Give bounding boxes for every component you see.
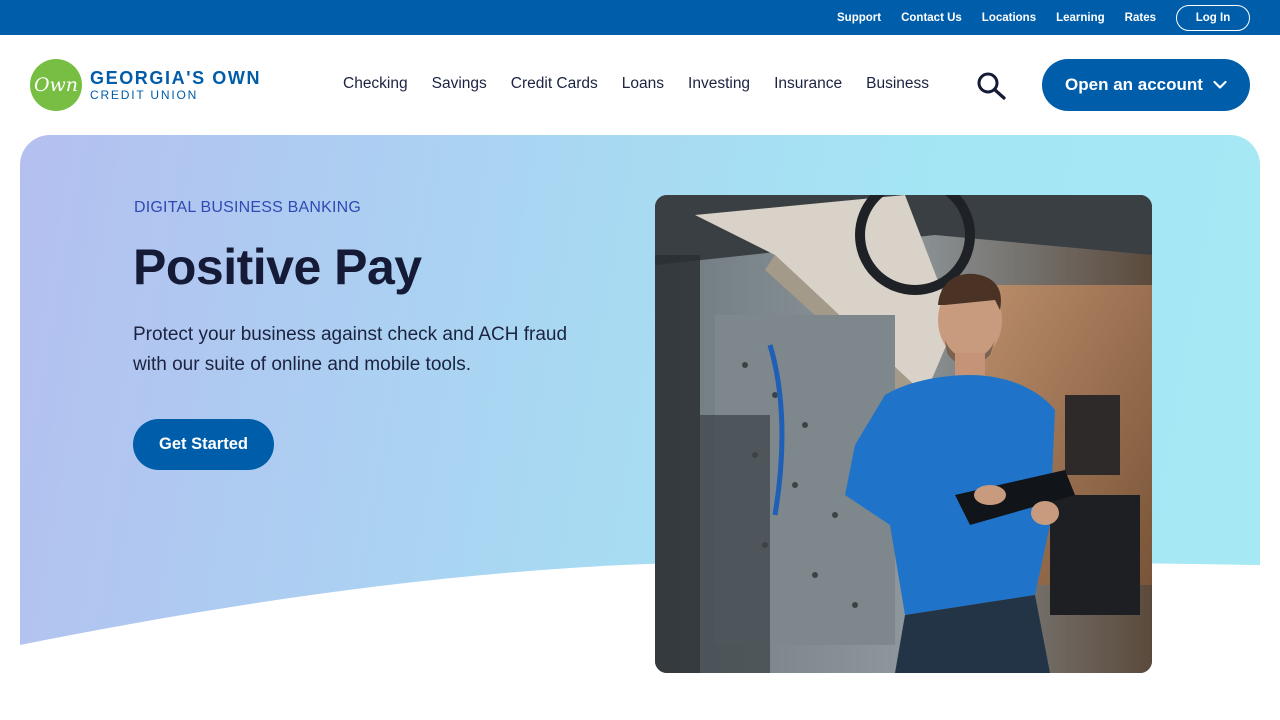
hero-photo-illustration — [655, 195, 1152, 673]
open-account-button[interactable]: Open an account — [1042, 59, 1250, 111]
logo[interactable]: Own GEORGIA'S OWN CREDIT UNION — [30, 59, 261, 111]
logo-line1: GEORGIA'S OWN — [90, 67, 262, 88]
nav-item-investing[interactable]: Investing — [688, 75, 750, 93]
nav-item-insurance[interactable]: Insurance — [774, 75, 842, 93]
hero-eyebrow: DIGITAL BUSINESS BANKING — [134, 199, 362, 216]
hero-photo — [655, 195, 1152, 673]
search-button[interactable] — [976, 71, 1008, 101]
page-title: Positive Pay — [133, 239, 422, 295]
nav-item-savings[interactable]: Savings — [432, 75, 487, 93]
nav-item-business[interactable]: Business — [866, 75, 929, 93]
logo-line2: CREDIT UNION — [90, 87, 199, 102]
get-started-button[interactable]: Get Started — [133, 419, 274, 470]
utility-link-rates[interactable]: Rates — [1125, 12, 1156, 24]
utility-link-learning[interactable]: Learning — [1056, 12, 1105, 24]
logo-mark: Own — [30, 59, 82, 111]
primary-nav: Checking Savings Credit Cards Loans Inve… — [343, 75, 953, 93]
nav-item-loans[interactable]: Loans — [622, 75, 664, 93]
utility-bar: Support Contact Us Locations Learning Ra… — [0, 0, 1280, 35]
nav-item-checking[interactable]: Checking — [343, 75, 408, 93]
main-header: Own GEORGIA'S OWN CREDIT UNION Checking … — [0, 35, 1280, 135]
chevron-down-icon — [1213, 80, 1227, 89]
utility-link-locations[interactable]: Locations — [982, 12, 1036, 24]
utility-link-contact-us[interactable]: Contact Us — [901, 12, 962, 24]
login-button[interactable]: Log In — [1176, 4, 1250, 31]
open-account-label: Open an account — [1065, 75, 1203, 94]
nav-item-credit-cards[interactable]: Credit Cards — [511, 75, 598, 93]
search-icon — [977, 72, 1006, 100]
logo-wordmark: GEORGIA'S OWN CREDIT UNION — [90, 67, 262, 102]
utility-link-support[interactable]: Support — [837, 12, 881, 24]
hero-description: Protect your business against check and … — [133, 324, 568, 375]
